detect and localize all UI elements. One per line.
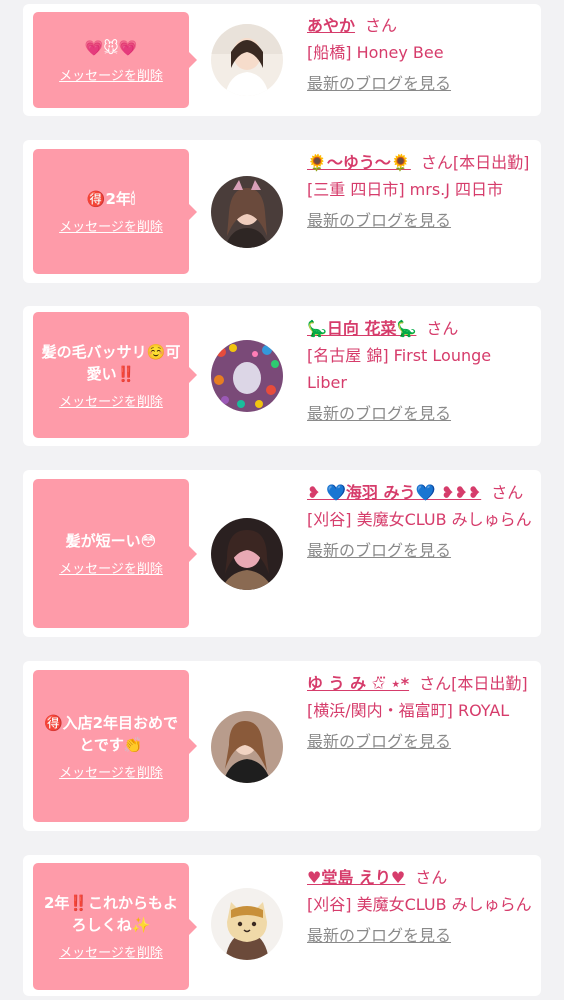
message-card: 💗🐭💗 メッセージを削除 あやか さん [船橋] Honey Bee 最新のブログ… [23, 4, 541, 116]
delete-message-link[interactable]: メッセージを削除 [59, 216, 163, 235]
shop-name: [船橋] Honey Bee [307, 43, 444, 62]
shop-name: [名古屋 錦] First Lounge Liber [307, 346, 492, 392]
girl-name-link[interactable]: ❥ 💙海羽 みう💙 ❥❥❥ [307, 483, 481, 502]
girl-name-link[interactable]: 🦕日向 花菜🦕 [307, 319, 416, 338]
latest-blog-link[interactable]: 最新のブログを見る [307, 728, 451, 755]
girl-info: ❥ 💙海羽 みう💙 ❥❥❥ さん [刈谷] 美魔女CLUB みしゅらん 最新のブロ… [307, 479, 533, 564]
avatar[interactable] [211, 518, 283, 590]
message-text: 2年‼️これからもよろしくね✨ [43, 894, 179, 934]
girl-name-link[interactable]: ゆ う み ✩⃛ ⋆* [307, 674, 409, 693]
latest-blog-link[interactable]: 最新のブログを見る [307, 207, 451, 234]
shop-name: [刈谷] 美魔女CLUB みしゅらん [307, 895, 532, 914]
girl-info: ゆ う み ✩⃛ ⋆* さん[本日出勤] [横浜/関内・福富町] ROYAL 最新… [307, 670, 533, 755]
avatar[interactable] [211, 24, 283, 96]
girl-info: 🌻〜ゆう〜🌻 さん[本日出勤] [三重 四日市] mrs.J 四日市 最新のブログ… [307, 149, 533, 234]
honorific: さん [426, 319, 459, 338]
girl-info: あやか さん [船橋] Honey Bee 最新のブログを見る [307, 12, 533, 97]
latest-blog-link[interactable]: 最新のブログを見る [307, 537, 451, 564]
delete-message-link[interactable]: メッセージを削除 [59, 762, 163, 781]
avatar[interactable] [211, 176, 283, 248]
message-text: 🉐入店2年目おめでとです👏 [43, 713, 179, 754]
honorific: さん[本日出勤] [419, 674, 528, 693]
message-bubble: 🉐2年🕯 メッセージを削除 [33, 149, 197, 274]
honorific: さん [365, 16, 398, 35]
girl-name-link[interactable]: 🌻〜ゆう〜🌻 [307, 153, 411, 172]
message-bubble: 髪の毛バッサリ☺️可愛い‼️ メッセージを削除 [33, 312, 197, 438]
honorific: さん [491, 483, 524, 502]
avatar[interactable] [211, 340, 283, 412]
shop-name: [横浜/関内・福富町] ROYAL [307, 701, 510, 720]
message-card: 髪の毛バッサリ☺️可愛い‼️ メッセージを削除 🦕日向 花菜🦕 さん [名古屋 錦… [23, 306, 541, 446]
message-bubble: 🉐入店2年目おめでとです👏 メッセージを削除 [33, 670, 197, 822]
shop-name: [三重 四日市] mrs.J 四日市 [307, 180, 504, 199]
message-text: 髪が短ーい😳 [65, 532, 157, 550]
message-card: 髪が短ーい😳 メッセージを削除 ❥ 💙海羽 みう💙 ❥❥❥ さん [刈谷] 美魔女… [23, 470, 541, 637]
shop-name: [刈谷] 美魔女CLUB みしゅらん [307, 510, 532, 529]
girl-info: 🦕日向 花菜🦕 さん [名古屋 錦] First Lounge Liber 最新の… [307, 315, 533, 427]
honorific: さん [415, 868, 448, 887]
latest-blog-link[interactable]: 最新のブログを見る [307, 400, 451, 427]
message-card: 🉐2年🕯 メッセージを削除 🌻〜ゆう〜🌻 さん[本日出勤] [三重 四日市] mr… [23, 140, 541, 283]
delete-message-link[interactable]: メッセージを削除 [59, 558, 163, 577]
message-card: 🉐入店2年目おめでとです👏 メッセージを削除 ゆ う み ✩⃛ ⋆* さん[本日出… [23, 661, 541, 831]
message-bubble: 髪が短ーい😳 メッセージを削除 [33, 479, 197, 628]
message-bubble: 💗🐭💗 メッセージを削除 [33, 12, 197, 108]
message-text: 🉐2年🕯 [86, 190, 136, 208]
delete-message-link[interactable]: メッセージを削除 [59, 942, 163, 961]
delete-message-link[interactable]: メッセージを削除 [59, 391, 163, 410]
girl-info: ♥堂島 えり♥ さん [刈谷] 美魔女CLUB みしゅらん 最新のブログを見る [307, 864, 533, 949]
girl-name-link[interactable]: ♥堂島 えり♥ [307, 868, 405, 887]
message-bubble: 2年‼️これからもよろしくね✨ メッセージを削除 [33, 863, 197, 990]
latest-blog-link[interactable]: 最新のブログを見る [307, 922, 451, 949]
avatar[interactable] [211, 711, 283, 783]
message-card: 2年‼️これからもよろしくね✨ メッセージを削除 ♥堂島 えり♥ さん [刈谷] … [23, 855, 541, 996]
avatar[interactable] [211, 888, 283, 960]
latest-blog-link[interactable]: 最新のブログを見る [307, 70, 451, 97]
message-text: 💗🐭💗 [84, 38, 138, 57]
honorific: さん[本日出勤] [420, 153, 530, 172]
girl-name-link[interactable]: あやか [307, 16, 355, 35]
message-text: 髪の毛バッサリ☺️可愛い‼️ [41, 342, 181, 383]
delete-message-link[interactable]: メッセージを削除 [59, 65, 163, 84]
